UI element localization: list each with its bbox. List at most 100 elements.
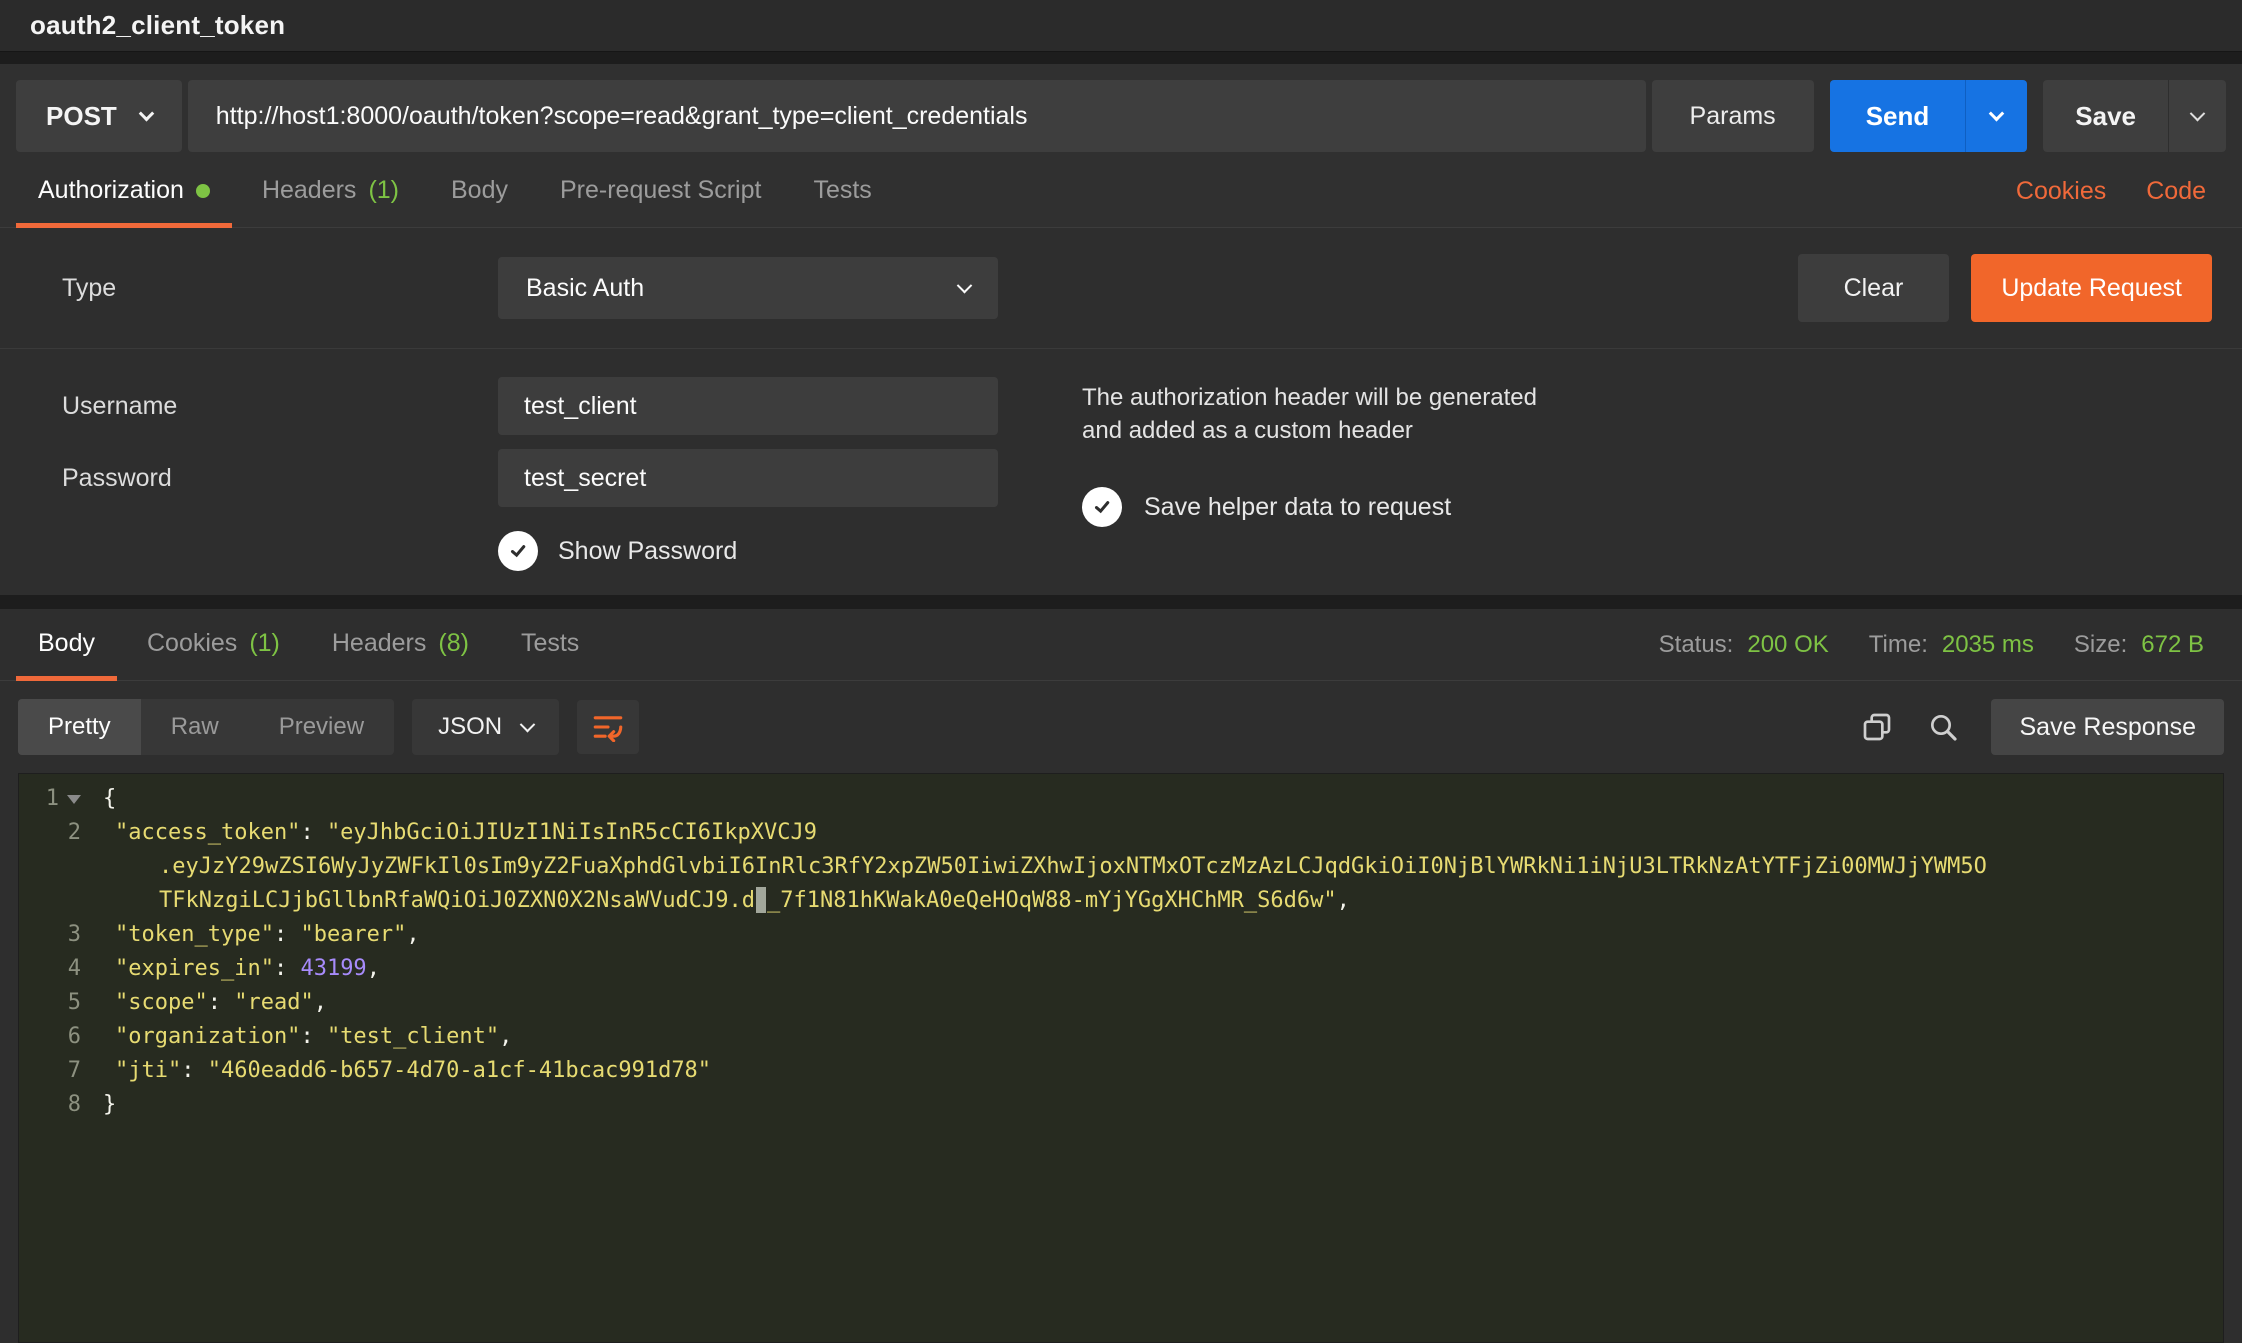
line-number: 1 [19, 782, 85, 816]
auth-actions: Clear Update Request [1798, 254, 2242, 322]
copy-icon [1861, 711, 1893, 743]
window-titlebar: oauth2_client_token [0, 0, 2242, 52]
headers-count-badge: (1) [368, 176, 399, 205]
line-number [19, 884, 85, 918]
request-tab-links: Cookies Code [2016, 156, 2230, 227]
code-line: .eyJzY29wZSI6WyJyZWFkIl0sIm9yZ2FuaXphdGl… [19, 850, 2223, 884]
code-line: 6"organization": "test_client", [19, 1020, 2223, 1054]
code-text: .eyJzY29wZSI6WyJyZWFkIl0sIm9yZ2FuaXphdGl… [85, 850, 1987, 884]
save-helper-checkbox[interactable] [1082, 487, 1122, 527]
response-tab-body[interactable]: Body [12, 609, 121, 680]
auth-helper-column: The authorization header will be generat… [1082, 377, 1642, 571]
request-tab-title: oauth2_client_token [30, 10, 285, 41]
request-url-group: POST http://host1:8000/oauth/token?scope… [16, 80, 1814, 152]
chevron-down-icon [957, 277, 973, 293]
show-password-checkbox[interactable] [498, 531, 538, 571]
check-icon [507, 540, 529, 562]
credentials-column: Username test_client Password test_secre… [0, 377, 998, 571]
password-input[interactable]: test_secret [498, 449, 998, 507]
tab-authorization[interactable]: Authorization [12, 156, 236, 227]
code-line: 8} [19, 1088, 2223, 1122]
line-number [19, 850, 85, 884]
show-password-label: Show Password [558, 537, 737, 566]
tab-body[interactable]: Body [425, 156, 534, 227]
tab-headers[interactable]: Headers (1) [236, 156, 425, 227]
response-tab-headers[interactable]: Headers (8) [306, 609, 495, 680]
code-link[interactable]: Code [2146, 177, 2206, 206]
status-label: Status: [1659, 631, 1734, 659]
line-number: 7 [19, 1054, 85, 1088]
wrap-text-button[interactable] [577, 700, 639, 754]
chevron-down-icon [2190, 105, 2206, 121]
request-tabs: Authorization Headers (1) Body Pre-reque… [0, 156, 2242, 228]
save-helper-row: Save helper data to request [1082, 487, 1642, 527]
auth-type-dropdown[interactable]: Basic Auth [498, 257, 998, 319]
chevron-down-icon [1989, 105, 2005, 121]
response-viewer: Body Cookies (1) Headers (8) Tests Statu… [0, 609, 2242, 1343]
response-tab-cookies[interactable]: Cookies (1) [121, 609, 306, 680]
code-text: { [85, 782, 116, 816]
url-text: http://host1:8000/oauth/token?scope=read… [216, 102, 1028, 131]
code-text: "expires_in": 43199, [85, 952, 380, 986]
view-pretty[interactable]: Pretty [18, 699, 141, 755]
basic-auth-form: Username test_client Password test_secre… [0, 349, 2242, 595]
code-line: 3"token_type": "bearer", [19, 918, 2223, 952]
copy-button[interactable] [1859, 709, 1895, 745]
response-code[interactable]: 1{2"access_token": "eyJhbGciOiJIUzI1NiIs… [18, 773, 2224, 1343]
code-line: 5"scope": "read", [19, 986, 2223, 1020]
save-button-group: Save [2043, 80, 2226, 152]
time-value: 2035 ms [1942, 631, 2034, 659]
code-line: 2"access_token": "eyJhbGciOiJIUzI1NiIsIn… [19, 816, 2223, 850]
cookies-link[interactable]: Cookies [2016, 177, 2106, 206]
code-text: "token_type": "bearer", [85, 918, 420, 952]
format-dropdown[interactable]: JSON [412, 699, 559, 755]
tab-tests[interactable]: Tests [787, 156, 897, 227]
update-request-button[interactable]: Update Request [1971, 254, 2212, 322]
save-button[interactable]: Save [2043, 80, 2168, 152]
auth-type-label: Type [0, 274, 498, 303]
send-button[interactable]: Send [1830, 80, 1966, 152]
size-label: Size: [2074, 631, 2127, 659]
size-value: 672 B [2141, 631, 2204, 659]
clear-button[interactable]: Clear [1798, 254, 1950, 322]
code-text: "access_token": "eyJhbGciOiJIUzI1NiIsInR… [85, 816, 817, 850]
line-number: 5 [19, 986, 85, 1020]
method-dropdown[interactable]: POST [16, 80, 182, 152]
params-button[interactable]: Params [1652, 80, 1814, 152]
cookies-count-badge: (1) [249, 629, 280, 658]
chevron-down-icon [139, 105, 155, 121]
code-text: } [85, 1088, 116, 1122]
response-toolbar-right: Save Response [1859, 699, 2224, 755]
username-label: Username [0, 392, 498, 421]
search-button[interactable] [1925, 709, 1961, 745]
username-input[interactable]: test_client [498, 377, 998, 435]
method-label: POST [46, 101, 117, 132]
password-row: Password test_secret [0, 449, 998, 507]
line-number: 8 [19, 1088, 85, 1122]
auth-helper-note: The authorization header will be generat… [1082, 381, 1562, 447]
authorization-editor: Type Basic Auth Clear Update Request Use… [0, 228, 2242, 595]
view-raw[interactable]: Raw [141, 699, 249, 755]
code-text: TFkNzgiLCJjbGllbnRfaWQiOiJ0ZXN0X2NsaWVud… [85, 884, 1350, 918]
tab-pre-request-script[interactable]: Pre-request Script [534, 156, 787, 227]
view-preview[interactable]: Preview [249, 699, 394, 755]
line-number: 3 [19, 918, 85, 952]
response-meta: Status: 200 OK Time: 2035 ms Size: 672 B [1659, 609, 2230, 680]
check-icon [1091, 496, 1113, 518]
status-badge: 200 OK [1747, 631, 1828, 659]
send-button-group: Send [1830, 80, 2028, 152]
fold-toggle-icon[interactable] [67, 795, 81, 804]
code-line: 1{ [19, 782, 2223, 816]
save-options-button[interactable] [2168, 80, 2226, 152]
request-builder: POST http://host1:8000/oauth/token?scope… [0, 64, 2242, 595]
password-label: Password [0, 464, 498, 493]
url-input[interactable]: http://host1:8000/oauth/token?scope=read… [188, 80, 1646, 152]
chevron-down-icon [520, 716, 536, 732]
send-options-button[interactable] [1965, 80, 2027, 152]
wrap-text-icon [591, 712, 625, 742]
response-tab-tests[interactable]: Tests [495, 609, 605, 680]
text-cursor [756, 887, 766, 913]
code-line: 4"expires_in": 43199, [19, 952, 2223, 986]
save-response-button[interactable]: Save Response [1991, 699, 2224, 755]
code-line: 7"jti": "460eadd6-b657-4d70-a1cf-41bcac9… [19, 1054, 2223, 1088]
